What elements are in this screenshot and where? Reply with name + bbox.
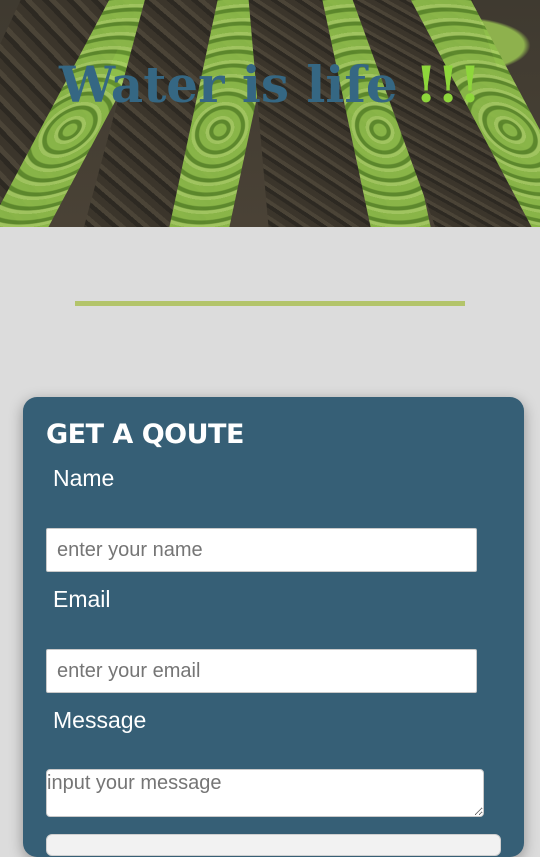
section-divider: [75, 301, 465, 306]
form-title: GET A QOUTE: [46, 419, 244, 450]
hero-title-accent: !!!: [415, 55, 481, 114]
message-textarea[interactable]: [46, 769, 484, 817]
name-input[interactable]: [46, 528, 477, 572]
message-label: Message: [53, 707, 147, 733]
email-label: Email: [53, 586, 111, 612]
hero-title: Water is life !!!: [0, 55, 540, 114]
email-input[interactable]: [46, 649, 477, 693]
name-label: Name: [53, 465, 115, 491]
quote-form-card: GET A QOUTE Name Email Message: [23, 397, 524, 857]
hero-banner: Water is life !!!: [0, 0, 540, 227]
submit-button[interactable]: [46, 834, 501, 856]
hero-title-main: Water is life: [59, 55, 416, 114]
